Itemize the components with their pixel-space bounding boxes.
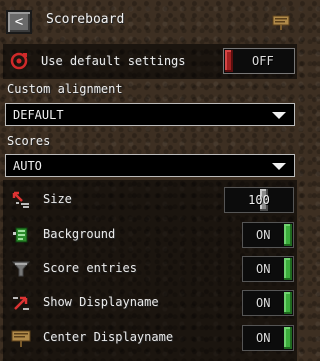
toggle-knob xyxy=(284,258,292,280)
setting-row-center-displayname: Center Displayname ON xyxy=(3,321,297,355)
toggle-value: ON xyxy=(256,296,271,310)
scores-value: AUTO xyxy=(13,159,42,173)
chevron-down-icon xyxy=(272,163,286,170)
scores-dropdown[interactable]: AUTO xyxy=(5,154,295,177)
back-button[interactable]: < xyxy=(6,10,32,34)
reset-icon xyxy=(10,52,28,70)
score-entries-toggle[interactable]: ON xyxy=(242,256,294,282)
alignment-label: Custom alignment xyxy=(7,82,123,96)
scores-label: Scores xyxy=(7,134,51,148)
default-settings-toggle[interactable]: OFF xyxy=(223,48,295,74)
setting-label: Background xyxy=(43,227,116,241)
sign-icon xyxy=(272,15,290,30)
alignment-value: DEFAULT xyxy=(13,108,64,122)
setting-row-background: Background ON xyxy=(3,218,297,252)
alignment-dropdown[interactable]: DEFAULT xyxy=(5,103,295,126)
sign-icon xyxy=(11,330,31,347)
displayname-arrow-icon xyxy=(13,296,29,310)
toggle-value: ON xyxy=(256,331,271,345)
setting-row-show-displayname: Show Displayname ON xyxy=(3,286,297,320)
background-toggle[interactable]: ON xyxy=(242,222,294,248)
toggle-knob xyxy=(284,327,292,349)
chevron-down-icon xyxy=(272,112,286,119)
toggle-value: ON xyxy=(256,228,271,242)
toggle-knob xyxy=(284,224,292,246)
setting-label: Score entries xyxy=(43,261,137,275)
setting-label: Size xyxy=(43,192,72,206)
toggle-value: ON xyxy=(256,262,271,276)
page-title: Scoreboard xyxy=(46,12,125,27)
setting-row-size: Size 100 xyxy=(3,183,297,217)
funnel-icon xyxy=(11,261,31,277)
setting-label: Show Displayname xyxy=(43,295,159,309)
size-arrows-icon xyxy=(12,191,29,208)
setting-row-score-entries: Score entries ON xyxy=(3,252,297,286)
default-settings-row: Use default settings OFF xyxy=(3,44,297,79)
header: < Scoreboard xyxy=(0,0,300,44)
default-settings-label: Use default settings xyxy=(41,54,186,68)
toggle-knob xyxy=(225,50,233,72)
setting-label: Center Displayname xyxy=(43,330,174,344)
toggle-knob xyxy=(284,292,292,314)
chevron-left-icon: < xyxy=(14,14,24,30)
background-icon xyxy=(13,227,28,243)
default-settings-value: OFF xyxy=(252,54,274,68)
show-displayname-toggle[interactable]: ON xyxy=(242,290,294,316)
center-displayname-toggle[interactable]: ON xyxy=(242,325,294,351)
size-value: 100 xyxy=(248,193,270,207)
size-slider[interactable]: 100 xyxy=(224,187,294,213)
